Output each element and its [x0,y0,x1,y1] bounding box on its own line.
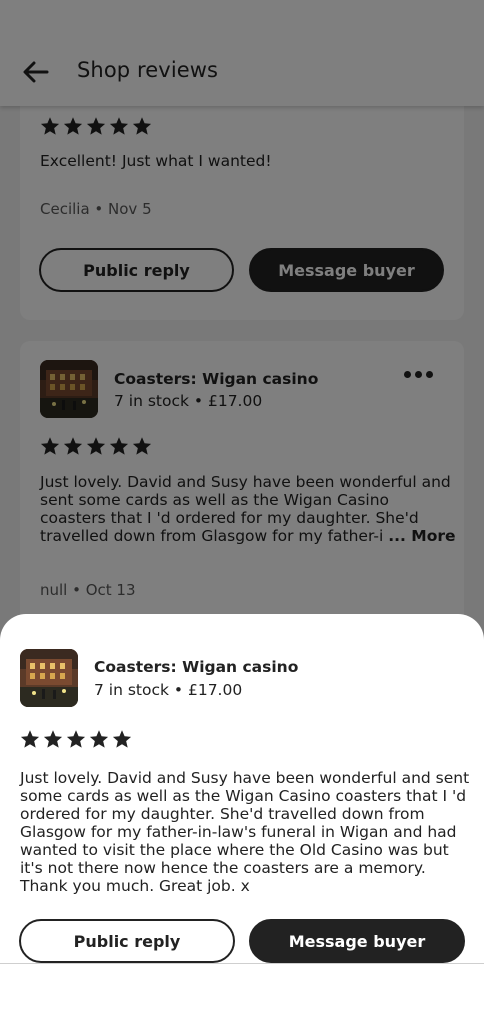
listing-title[interactable]: Coasters: Wigan casino [94,658,298,676]
star-icon [89,730,109,748]
divider [0,963,484,964]
star-icon [66,730,86,748]
star-rating [20,729,132,749]
casino-image-icon [20,649,78,707]
review-detail-sheet: Coasters: Wigan casino 7 in stock • £17.… [0,614,484,1023]
listing-stock-price: 7 in stock • £17.00 [94,681,243,699]
full-review-text: Just lovely. David and Susy have been wo… [20,769,470,895]
message-buyer-button[interactable]: Message buyer [249,919,465,963]
star-icon [43,730,63,748]
star-icon [20,730,40,748]
listing-thumbnail[interactable] [20,649,78,707]
app-screen: Shop reviews Excellent! Just what I want… [0,0,484,1023]
public-reply-button[interactable]: Public reply [19,919,235,963]
star-icon [112,730,132,748]
